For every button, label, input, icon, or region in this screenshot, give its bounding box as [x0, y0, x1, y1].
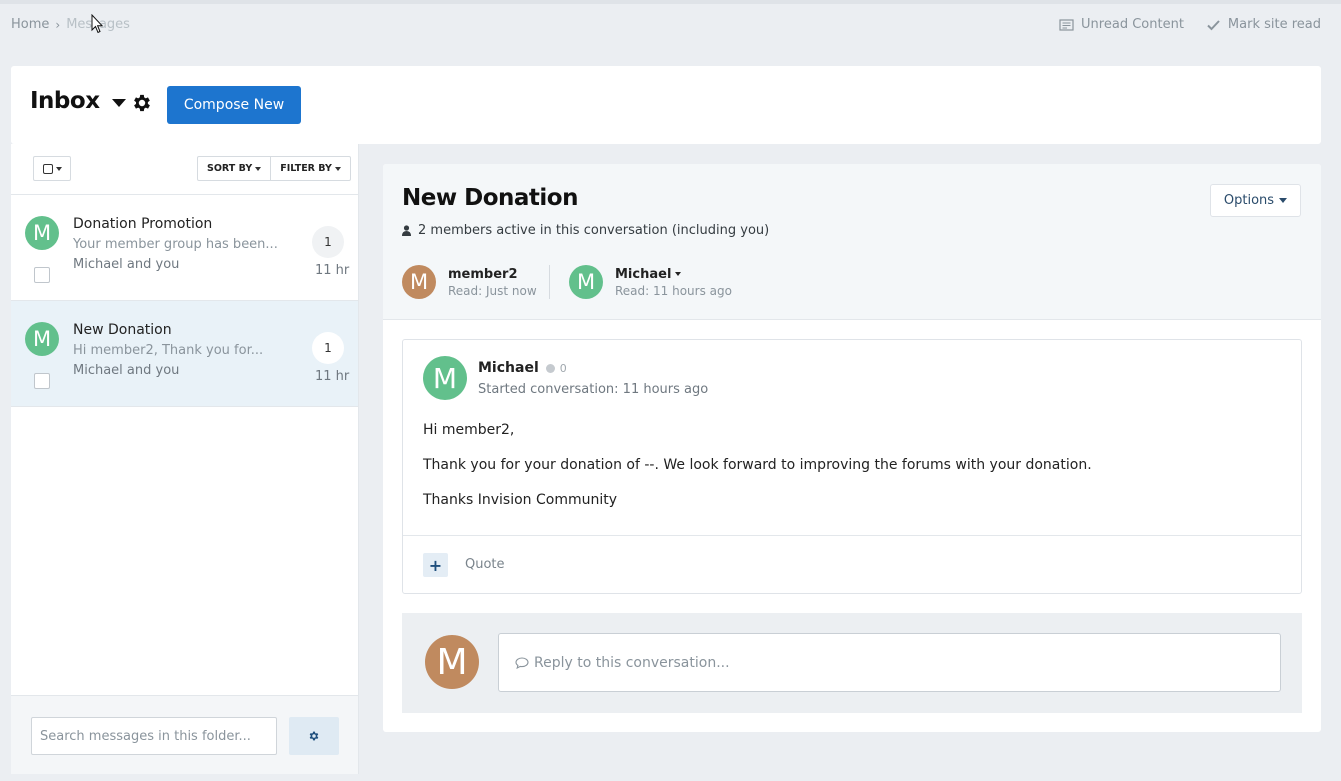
avatar[interactable]: M — [25, 216, 59, 250]
message-author-name[interactable]: Michael — [478, 360, 539, 376]
conversation-header: New Donation 2 members active in this co… — [383, 164, 1321, 320]
caret-down-icon — [1279, 198, 1288, 203]
message-line: Hi member2, — [423, 422, 515, 438]
unread-content-label: Unread Content — [1081, 17, 1184, 32]
conversation-snippet: Your member group has been... — [73, 237, 278, 252]
reply-count-badge: 1 — [312, 226, 344, 258]
message-line: Thanks Invision Community — [423, 492, 618, 508]
avatar[interactable]: M — [423, 356, 467, 400]
caret-down-icon — [334, 166, 341, 171]
reply-count-badge: 1 — [312, 332, 344, 364]
user-icon — [402, 225, 411, 236]
reputation-dot-icon — [545, 363, 555, 373]
reply-area: M Reply to this conversation... — [402, 613, 1302, 713]
conversation-title[interactable]: Donation Promotion — [73, 216, 212, 232]
search-footer — [11, 695, 358, 774]
participant-michael: M Michael Read: 11 hours ago — [569, 265, 732, 299]
conversation-title-heading: New Donation — [402, 185, 578, 211]
reputation-count: 0 — [559, 361, 567, 375]
unread-content-link[interactable]: Unread Content — [1059, 17, 1184, 32]
filter-by-button[interactable]: FILTER BY — [270, 157, 350, 180]
conversation-checkbox[interactable] — [34, 267, 50, 283]
message-author: Michael 0 — [478, 360, 567, 376]
search-settings-button[interactable] — [289, 717, 339, 755]
search-messages-input[interactable] — [31, 717, 277, 755]
participant-read-status: Read: Just now — [448, 283, 537, 298]
top-links: Unread Content Mark site read — [1059, 17, 1321, 32]
conversation-participants: Michael and you — [73, 363, 180, 378]
newspaper-icon — [1059, 18, 1074, 31]
folder-selector[interactable]: Inbox — [30, 88, 126, 114]
multiquote-plus-button[interactable]: + — [423, 553, 448, 577]
message-footer: + Quote — [403, 535, 1301, 593]
sort-by-label: SORT BY — [207, 163, 253, 174]
active-members-line: 2 members active in this conversation (i… — [402, 223, 769, 238]
reply-placeholder: Reply to this conversation... — [534, 654, 730, 671]
mark-site-read-link[interactable]: Mark site read — [1206, 17, 1321, 32]
filter-by-label: FILTER BY — [280, 163, 332, 174]
conversation-time: 11 hr — [315, 263, 350, 278]
check-icon — [1207, 19, 1220, 30]
conversation-title[interactable]: New Donation — [73, 322, 172, 338]
conversation-snippet: Hi member2, Thank you for... — [73, 343, 264, 358]
sort-filter-group: SORT BY FILTER BY — [197, 156, 351, 181]
top-border — [0, 0, 1341, 4]
participant-name-text: member2 — [448, 266, 518, 282]
options-button[interactable]: Options — [1210, 184, 1301, 217]
conversation-participants: Michael and you — [73, 257, 180, 272]
select-all-dropdown[interactable] — [33, 156, 71, 181]
avatar: M — [425, 635, 479, 689]
participant-name[interactable]: Michael — [615, 267, 732, 282]
caret-down-icon — [675, 272, 682, 276]
conversation-list-panel: SORT BY FILTER BY M Donation Promotion Y… — [11, 144, 359, 774]
quote-link[interactable]: Quote — [465, 557, 505, 572]
caret-down-icon — [111, 98, 126, 107]
mouse-cursor-icon — [91, 14, 103, 34]
conversation-view: New Donation 2 members active in this co… — [383, 164, 1321, 732]
mark-site-read-label: Mark site read — [1227, 17, 1321, 32]
participant-read-status: Read: 11 hours ago — [615, 283, 732, 298]
message-started-time: Started conversation: 11 hours ago — [478, 382, 709, 397]
participant-divider — [549, 265, 550, 299]
breadcrumb-separator: › — [55, 17, 61, 32]
caret-down-icon — [55, 166, 62, 171]
sort-by-button[interactable]: SORT BY — [198, 157, 270, 180]
participant-name-text: Michael — [615, 266, 672, 282]
message-line: Thank you for your donation of --. We lo… — [423, 457, 1092, 473]
conversation-checkbox[interactable] — [34, 373, 50, 389]
avatar[interactable]: M — [402, 265, 436, 299]
list-toolbar: SORT BY FILTER BY — [11, 144, 358, 195]
compose-new-button[interactable]: Compose New — [167, 86, 301, 124]
conversation-item-new-donation[interactable]: M New Donation Hi member2, Thank you for… — [11, 301, 358, 407]
comment-icon — [515, 656, 529, 669]
active-members-text: 2 members active in this conversation (i… — [418, 223, 770, 238]
avatar[interactable]: M — [569, 265, 603, 299]
checkbox-icon — [42, 163, 53, 174]
reply-editor[interactable]: Reply to this conversation... — [498, 633, 1281, 692]
avatar[interactable]: M — [25, 322, 59, 356]
caret-down-icon — [255, 166, 262, 171]
gear-icon — [309, 731, 319, 741]
gear-icon[interactable] — [131, 92, 153, 114]
participant-name[interactable]: member2 — [448, 267, 537, 282]
breadcrumb: Home › Messages — [11, 17, 130, 32]
conversation-time: 11 hr — [315, 369, 350, 384]
message-post: M Michael 0 Started conversation: 11 hou… — [402, 339, 1302, 594]
options-label: Options — [1223, 193, 1275, 208]
breadcrumb-home[interactable]: Home — [11, 17, 49, 32]
page-title: Inbox — [30, 88, 100, 114]
participant-member2: M member2 Read: Just now — [402, 265, 537, 299]
inbox-header: Inbox Compose New — [11, 66, 1321, 144]
conversation-item-donation-promotion[interactable]: M Donation Promotion Your member group h… — [11, 195, 358, 301]
message-body: Hi member2, Thank you for your donation … — [423, 423, 1092, 528]
